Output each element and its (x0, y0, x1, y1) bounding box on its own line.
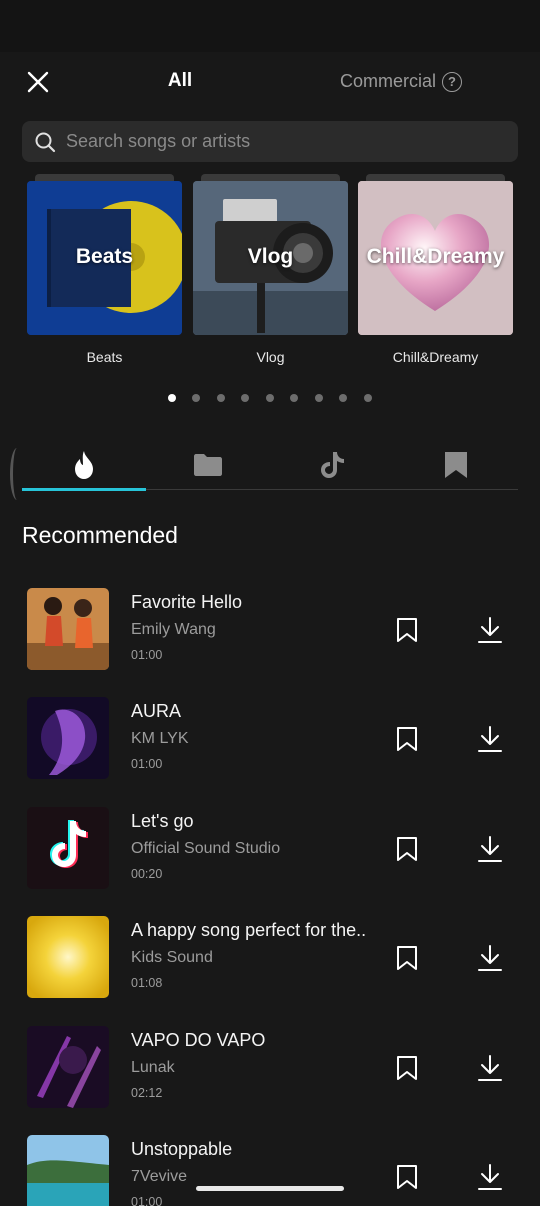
search-icon (35, 132, 56, 152)
top-bar: All Commercial ? (0, 52, 540, 112)
category-card-vlog[interactable]: Vlog (193, 181, 348, 335)
section-title-recommended: Recommended (22, 522, 178, 548)
tab-commercial[interactable]: Commercial ? (340, 71, 463, 92)
pagination-dot[interactable] (266, 394, 274, 402)
tab-saved[interactable] (394, 440, 518, 490)
pagination-dot[interactable] (192, 394, 200, 402)
search-input[interactable]: Search songs or artists (22, 121, 518, 162)
category-card-title: Beats (75, 245, 134, 268)
tab-tiktok[interactable] (270, 440, 394, 490)
close-icon (27, 71, 49, 93)
category-tabs (22, 440, 518, 491)
song-title: Unstoppable (131, 1139, 233, 1159)
download-icon[interactable] (477, 1054, 503, 1082)
folder-icon (194, 454, 222, 476)
song-artist: KM LYK (131, 730, 189, 747)
category-card-beats[interactable]: Beats (27, 181, 182, 335)
song-artist: Emily Wang (131, 621, 216, 638)
aura-cover-image (27, 697, 109, 779)
song-cover (27, 697, 109, 779)
bookmark-icon (445, 452, 467, 478)
song-row[interactable]: Favorite Hello Emily Wang 01:00 (0, 588, 540, 674)
dancers-cover-image (27, 588, 109, 670)
song-artist: 7Vevive (131, 1168, 188, 1185)
song-title: VAPO DO VAPO (131, 1030, 266, 1050)
bookmark-outline-icon[interactable] (396, 836, 418, 862)
sunburst-cover-image (27, 916, 109, 998)
song-duration: 01:00 (131, 757, 163, 771)
tiktok-icon (321, 452, 344, 478)
song-title: AURA (131, 701, 182, 721)
song-row[interactable]: A happy song perfect for the.. Kids Soun… (0, 916, 540, 1002)
vapo-cover-image (27, 1026, 109, 1108)
song-cover (27, 807, 109, 889)
fire-icon (75, 451, 93, 479)
close-button[interactable] (22, 66, 54, 98)
song-duration: 01:00 (131, 1195, 163, 1206)
tab-all[interactable]: All (140, 70, 220, 92)
pagination-dot[interactable] (364, 394, 372, 402)
bookmark-outline-icon[interactable] (396, 1164, 418, 1190)
song-artist: Kids Sound (131, 949, 213, 966)
category-card-title: Vlog (247, 245, 294, 268)
bookmark-outline-icon[interactable] (396, 726, 418, 752)
song-row[interactable]: AURA KM LYK 01:00 (0, 697, 540, 783)
pagination-dot[interactable] (217, 394, 225, 402)
active-tab-underline (22, 488, 146, 491)
song-cover (27, 588, 109, 670)
song-duration: 00:20 (131, 867, 163, 881)
song-cover (27, 1026, 109, 1108)
song-artist: Official Sound Studio (131, 840, 281, 857)
song-title: A happy song perfect for the.. (131, 920, 367, 940)
song-duration: 02:12 (131, 1086, 163, 1100)
tab-commercial-label: Commercial (340, 71, 437, 91)
download-icon[interactable] (477, 1163, 503, 1191)
song-artist: Lunak (131, 1059, 175, 1076)
carousel-pagination (0, 393, 540, 403)
song-row[interactable]: Let's go Official Sound Studio 00:20 (0, 807, 540, 893)
home-indicator[interactable] (196, 1186, 344, 1191)
tab-folders[interactable] (146, 440, 270, 490)
category-label-beats: Beats (86, 349, 123, 365)
song-title: Favorite Hello (131, 592, 243, 612)
download-icon[interactable] (477, 725, 503, 753)
search-placeholder: Search songs or artists (66, 131, 251, 151)
pagination-dot[interactable] (315, 394, 323, 402)
beach-cover-image (27, 1135, 109, 1206)
song-duration: 01:08 (131, 976, 163, 990)
download-icon[interactable] (477, 616, 503, 644)
bookmark-outline-icon[interactable] (396, 1055, 418, 1081)
bookmark-outline-icon[interactable] (396, 945, 418, 971)
pagination-dot-active[interactable] (168, 394, 176, 402)
help-icon[interactable]: ? (442, 71, 463, 92)
pagination-dot[interactable] (290, 394, 298, 402)
category-label-chill-dreamy: Chill&Dreamy (392, 349, 479, 365)
pagination-dot[interactable] (339, 394, 347, 402)
song-row[interactable]: VAPO DO VAPO Lunak 02:12 (0, 1026, 540, 1112)
tab-trending[interactable] (22, 440, 146, 491)
song-cover (27, 916, 109, 998)
tiktok-cover-image (27, 807, 109, 889)
status-bar (0, 0, 540, 52)
bookmark-outline-icon[interactable] (396, 617, 418, 643)
category-card-chill-dreamy[interactable]: Chill&Dreamy (358, 181, 513, 335)
song-row[interactable]: Unstoppable 7Vevive 01:00 (0, 1135, 540, 1206)
download-icon[interactable] (477, 835, 503, 863)
category-label-vlog: Vlog (256, 349, 285, 365)
song-cover (27, 1135, 109, 1206)
category-card-title: Chill&Dreamy (366, 245, 505, 268)
song-duration: 01:00 (131, 648, 163, 662)
pagination-dot[interactable] (241, 394, 249, 402)
download-icon[interactable] (477, 944, 503, 972)
song-title: Let's go (131, 811, 194, 831)
